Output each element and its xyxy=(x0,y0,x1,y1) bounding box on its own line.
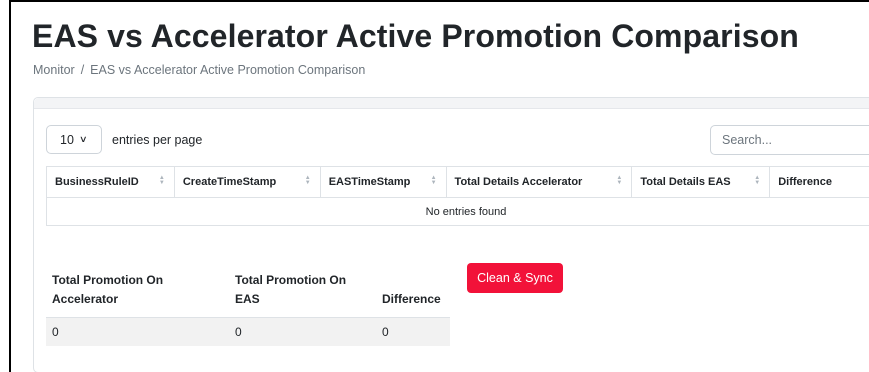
table-header-row: BusinessRuleID ▲ ▼ CreateTimeStamp ▲ ▼ EASTi… xyxy=(46,166,869,198)
column-header-difference[interactable]: Difference▲▼ xyxy=(769,166,869,198)
column-header-total-details-eas[interactable]: Total Details EAS ▲ ▼ xyxy=(631,166,770,198)
column-label: Total Details EAS xyxy=(640,176,731,188)
page-size-value: 10 xyxy=(60,132,74,147)
main-content: EAS vs Accelerator Active Promotion Comp… xyxy=(9,0,869,372)
search-input[interactable] xyxy=(710,125,869,155)
clean-sync-button[interactable]: Clean & Sync xyxy=(467,263,563,293)
column-header-total-details-accelerator[interactable]: Total Details Accelerator ▲ ▼ xyxy=(445,166,632,198)
column-label: Difference xyxy=(778,176,832,188)
column-label: CreateTimeStamp xyxy=(182,176,277,188)
sort-icon: ▲ ▼ xyxy=(304,175,311,186)
totals-header-row: Total Promotion On Accelerator Total Pro… xyxy=(46,265,450,317)
empty-message: No entries found xyxy=(46,197,869,226)
total-accelerator-header: Total Promotion On Accelerator xyxy=(52,272,164,306)
total-accelerator-value: 0 xyxy=(46,316,229,346)
page-title: EAS vs Accelerator Active Promotion Comp… xyxy=(32,18,799,54)
chevron-down-icon: ∨ xyxy=(78,134,88,144)
sort-icon: ▲ ▼ xyxy=(158,175,165,186)
breadcrumb-separator: / xyxy=(80,63,85,77)
column-header-createtimestamp[interactable]: CreateTimeStamp ▲ ▼ xyxy=(173,166,321,198)
sort-icon: ▲ ▼ xyxy=(754,175,761,186)
column-label: Total Details Accelerator xyxy=(454,176,583,188)
breadcrumb-monitor[interactable]: Monitor xyxy=(33,63,75,77)
comparison-card: 10 ∨ entries per page BusinessRuleID ▲▼ C… xyxy=(33,97,869,372)
total-eas-value: 0 xyxy=(229,316,376,346)
sort-icon: ▲ ▼ xyxy=(430,175,437,186)
totals-row: 0 0 0 xyxy=(46,316,450,346)
column-label: BusinessRuleID xyxy=(55,176,139,188)
breadcrumb-current: EAS vs Accelerator Active Promotion Comp… xyxy=(90,63,366,77)
totals-table: Total Promotion On Accelerator Total Pro… xyxy=(46,265,450,346)
entries-per-page-label: entries per page xyxy=(112,133,203,147)
column-header-businessruleid[interactable]: BusinessRuleID ▲ ▼ xyxy=(46,166,175,198)
column-label: EASTimeStamp xyxy=(328,176,411,188)
sort-icon: ▲ ▼ xyxy=(616,175,623,186)
total-eas-header: Total Promotion On EAS xyxy=(235,272,347,306)
empty-row: No entries found xyxy=(46,197,869,226)
total-difference-header: Difference xyxy=(382,291,441,306)
breadcrumb: Monitor / EAS vs Accelerator Active Promot… xyxy=(33,63,365,77)
entries-per-page-select[interactable]: 10 ∨ xyxy=(46,125,102,154)
total-difference-value: 0 xyxy=(376,316,450,346)
promotion-table: BusinessRuleID ▲ ▼ CreateTimeStamp ▲ ▼ EASTi… xyxy=(46,166,869,226)
column-header-eastimestamp[interactable]: EASTimeStamp ▲ ▼ xyxy=(319,166,447,198)
card-header xyxy=(34,98,869,109)
